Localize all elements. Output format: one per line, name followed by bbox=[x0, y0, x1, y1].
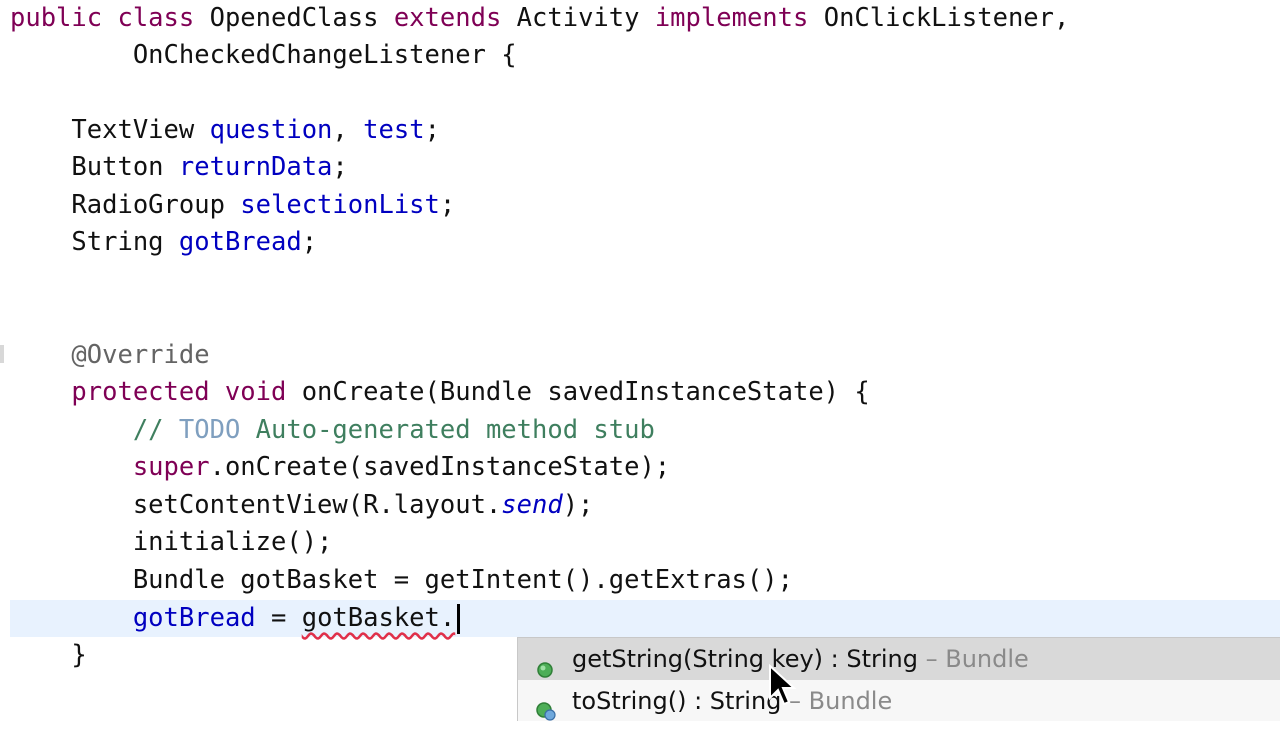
code-token: extends bbox=[393, 3, 517, 33]
code-token: question bbox=[209, 115, 333, 145]
code-token: TextView bbox=[10, 115, 210, 145]
code-token: @Override bbox=[10, 340, 210, 370]
override-method-icon bbox=[536, 692, 556, 721]
code-token: TODO bbox=[178, 415, 241, 445]
code-token: Bundle gotBasket = getIntent().getExtras… bbox=[10, 565, 793, 595]
code-token: implements bbox=[654, 3, 824, 33]
code-line[interactable]: Bundle gotBasket = getIntent().getExtras… bbox=[10, 562, 793, 599]
code-line[interactable]: @Override bbox=[10, 337, 210, 374]
code-line[interactable]: public class OpenedClass extends Activit… bbox=[10, 0, 1069, 37]
proposal-declaring-type: – Bundle bbox=[918, 645, 1029, 673]
code-line[interactable]: TextView question, test; bbox=[10, 112, 440, 149]
content-assist-popup[interactable]: getString(String key) : String – Bundle … bbox=[517, 637, 1280, 721]
code-token: } bbox=[10, 640, 87, 670]
code-token: ; bbox=[332, 152, 348, 182]
code-token: = bbox=[255, 603, 302, 633]
code-line[interactable]: setContentView(R.layout.send); bbox=[10, 487, 594, 524]
code-token: ); bbox=[562, 490, 594, 520]
code-token: RadioGroup bbox=[10, 190, 241, 220]
code-line[interactable]: OnCheckedChangeListener { bbox=[10, 37, 517, 74]
public-method-icon bbox=[536, 650, 554, 678]
proposal-getstring[interactable]: getString(String key) : String – Bundle bbox=[518, 638, 1280, 680]
code-line[interactable]: RadioGroup selectionList; bbox=[10, 187, 455, 224]
code-line[interactable]: initialize(); bbox=[10, 524, 333, 561]
code-token: String bbox=[10, 227, 179, 257]
code-token: Auto-generated method stub bbox=[240, 415, 655, 445]
proposal-label: toString() : String bbox=[572, 687, 782, 715]
mouse-pointer-icon bbox=[768, 663, 798, 712]
code-token: ; bbox=[439, 190, 456, 220]
code-token: , bbox=[332, 115, 364, 145]
code-line[interactable]: Button returnData; bbox=[10, 149, 348, 186]
proposal-label: getString(String key) : String bbox=[572, 645, 918, 673]
code-line[interactable]: super.onCreate(savedInstanceState); bbox=[10, 449, 670, 486]
code-token: .onCreate(savedInstanceState); bbox=[209, 452, 671, 482]
code-token: send bbox=[501, 490, 563, 520]
code-token: gotBread bbox=[132, 603, 256, 633]
proposal-declaring-type: – Bundle bbox=[781, 687, 893, 715]
code-token: gotBasket. bbox=[301, 603, 456, 633]
code-line[interactable]: } bbox=[10, 637, 87, 674]
code-line[interactable]: String gotBread; bbox=[10, 224, 317, 261]
proposal-tostring[interactable]: toString() : String – Bundle bbox=[518, 680, 1280, 722]
code-token: selectionList bbox=[240, 190, 440, 220]
code-token: public class bbox=[10, 3, 210, 33]
code-token: returnData bbox=[178, 152, 333, 182]
code-editor[interactable]: public class OpenedClass extends Activit… bbox=[0, 0, 1280, 721]
code-token: gotBread bbox=[178, 227, 302, 257]
code-token: ; bbox=[424, 115, 440, 145]
code-line[interactable]: gotBread = gotBasket. bbox=[10, 600, 461, 637]
code-token: initialize(); bbox=[10, 527, 333, 557]
code-line[interactable]: // TODO Auto-generated method stub bbox=[10, 412, 655, 449]
code-token: OpenedClass bbox=[209, 3, 394, 33]
code-token: ; bbox=[301, 227, 318, 257]
code-token: protected void bbox=[10, 377, 302, 407]
code-token: OnClickListener, bbox=[823, 3, 1070, 33]
text-caret bbox=[457, 604, 461, 634]
code-token: OnCheckedChangeListener { bbox=[10, 40, 517, 70]
code-token: onCreate(Bundle savedInstanceState) { bbox=[301, 377, 870, 407]
code-token: test bbox=[363, 115, 425, 145]
code-token: Activity bbox=[516, 3, 655, 33]
code-token: // bbox=[10, 415, 179, 445]
code-token: Button bbox=[10, 152, 179, 182]
ruler-marker bbox=[0, 345, 4, 363]
code-token: setContentView(R.layout. bbox=[10, 490, 502, 520]
code-token: super bbox=[10, 452, 210, 482]
code-line[interactable]: protected void onCreate(Bundle savedInst… bbox=[10, 374, 870, 411]
